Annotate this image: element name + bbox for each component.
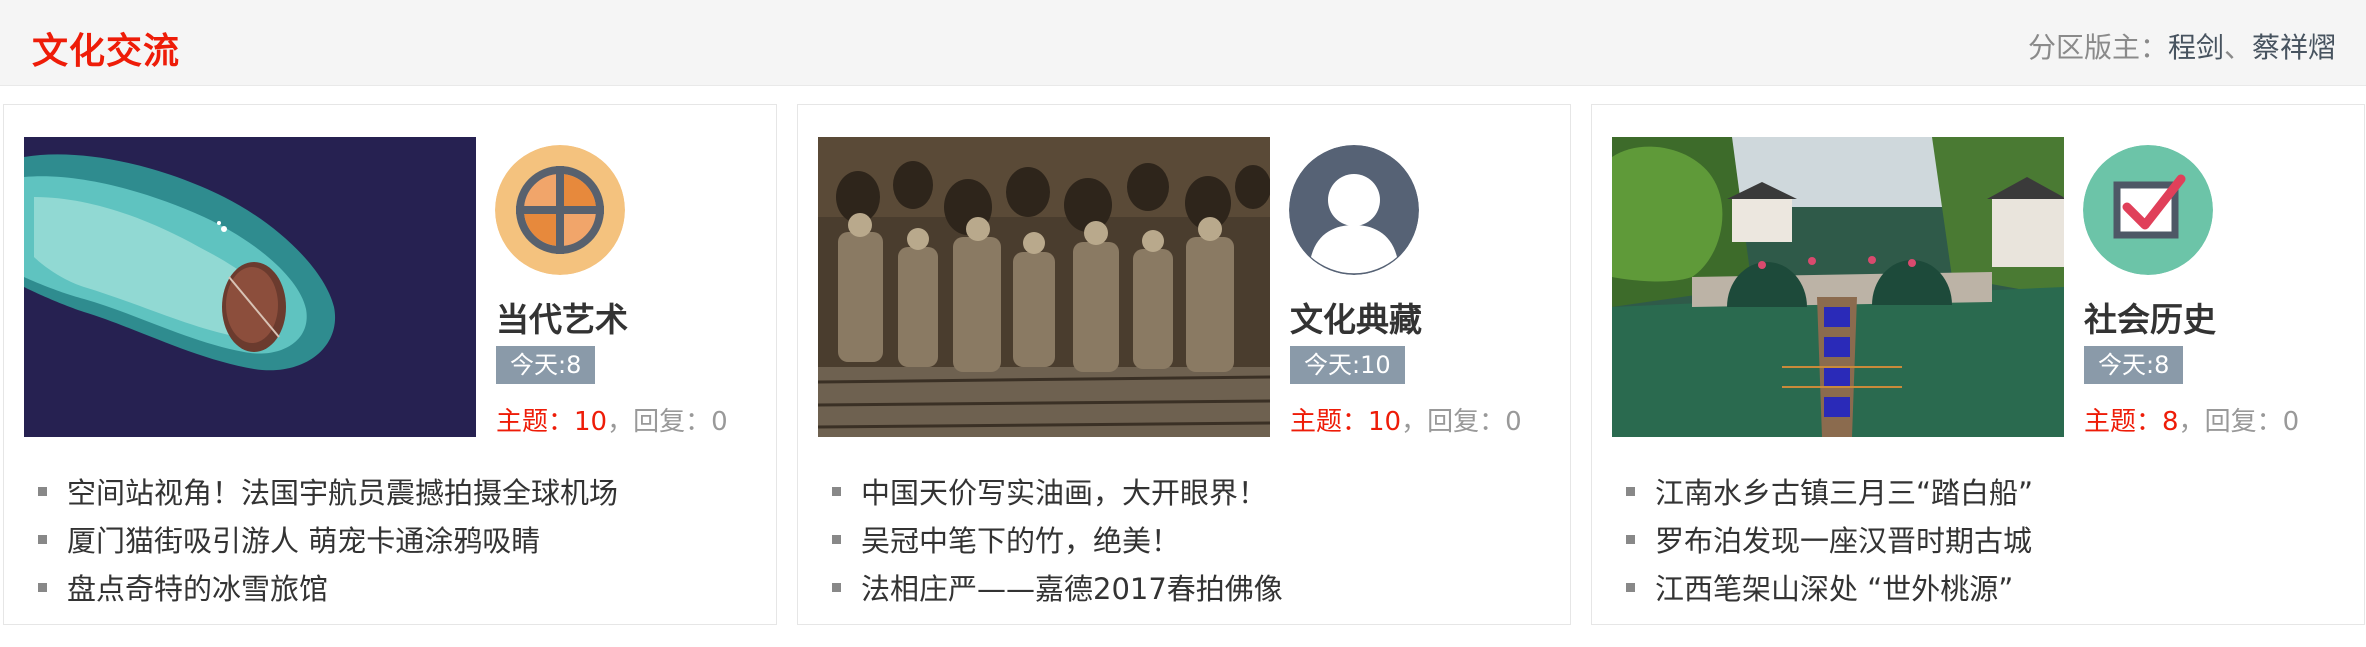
bullet-square-icon — [38, 582, 47, 592]
replies-count: 回复：0 — [2204, 407, 2300, 437]
forum-icon-contemporary-art[interactable] — [495, 145, 625, 275]
post-item-link[interactable]: 空间站视角！法国宇航员震撼拍摄全球机场 — [24, 467, 618, 515]
bullet-square-icon — [832, 486, 841, 496]
moderator-link-1[interactable]: 程剑 — [2168, 31, 2224, 64]
section-header: 文化交流 分区版主：程剑、蔡祥熠 — [0, 0, 2366, 86]
post-title[interactable]: 盘点奇特的冰雪旅馆 — [67, 572, 328, 606]
replies-count: 回复：0 — [1427, 407, 1522, 437]
bullet-square-icon — [1626, 534, 1635, 544]
post-list: 江南水乡古镇三月三“踏白船” 罗布泊发现一座汉晋时期古城 江西笔架山深处 “世外… — [1612, 467, 2033, 611]
post-item-link[interactable]: 吴冠中笔下的竹，绝美！ — [818, 515, 1283, 563]
forum-name-link[interactable]: 当代艺术 — [496, 293, 628, 341]
post-item-link[interactable]: 江西笔架山深处 “世外桃源” — [1612, 563, 2033, 611]
post-item-link[interactable]: 厦门猫街吸引游人 萌宠卡通涂鸦吸睛 — [24, 515, 618, 563]
post-item-link[interactable]: 江南水乡古镇三月三“踏白船” — [1612, 467, 2033, 515]
bullet-square-icon — [832, 582, 841, 592]
today-count-badge: 今天:8 — [496, 346, 596, 384]
topics-count: 主题：10 — [1290, 407, 1402, 437]
bullet-square-icon — [38, 534, 47, 544]
today-count-badge: 今天:8 — [2084, 346, 2184, 384]
post-title[interactable]: 中国天价写实油画，大开眼界！ — [861, 476, 1267, 510]
topics-count: 主题：10 — [496, 407, 608, 437]
today-count-badge: 今天:10 — [1290, 346, 1405, 384]
moderator-separator: 、 — [2223, 31, 2252, 64]
checkbox-checked-icon — [2083, 145, 2213, 275]
forum-icon-cultural-collection[interactable] — [1289, 145, 1419, 275]
bullet-square-icon — [38, 486, 47, 496]
forum-stats: 主题：10，回复：0 — [496, 401, 728, 438]
stats-separator: ， — [607, 407, 634, 437]
post-title[interactable]: 厦门猫街吸引游人 萌宠卡通涂鸦吸睛 — [67, 524, 540, 558]
post-title[interactable]: 空间站视角！法国宇航员震撼拍摄全球机场 — [67, 476, 618, 510]
post-list: 空间站视角！法国宇航员震撼拍摄全球机场 厦门猫街吸引游人 萌宠卡通涂鸦吸睛 盘点… — [24, 467, 618, 611]
post-title[interactable]: 法相庄严——嘉德2017春拍佛像 — [861, 572, 1283, 606]
post-item-link[interactable]: 盘点奇特的冰雪旅馆 — [24, 563, 618, 611]
section-title[interactable]: 文化交流 — [32, 22, 180, 74]
post-item-link[interactable]: 罗布泊发现一座汉晋时期古城 — [1612, 515, 2033, 563]
forum-card-cultural-collection: 文化典藏 今天:10 主题：10，回复：0 中国天价写实油画，大开眼界！ 吴冠中… — [797, 104, 1571, 625]
moderator-link-2[interactable]: 蔡祥熠 — [2252, 31, 2336, 64]
post-title[interactable]: 罗布泊发现一座汉晋时期古城 — [1655, 524, 2032, 558]
bullet-square-icon — [1626, 486, 1635, 496]
forum-card-contemporary-art: 当代艺术 今天:8 主题：10，回复：0 空间站视角！法国宇航员震撼拍摄全球机场… — [3, 104, 777, 625]
moderators: 分区版主：程剑、蔡祥熠 — [2028, 26, 2336, 66]
forum-name-link[interactable]: 社会历史 — [2084, 293, 2216, 341]
bullet-square-icon — [832, 534, 841, 544]
forum-name-link[interactable]: 文化典藏 — [1290, 293, 1422, 341]
stats-separator: ， — [2178, 407, 2205, 437]
post-list: 中国天价写实油画，大开眼界！ 吴冠中笔下的竹，绝美！ 法相庄严——嘉德2017春… — [818, 467, 1283, 611]
post-title[interactable]: 吴冠中笔下的竹，绝美！ — [861, 524, 1180, 558]
post-title[interactable]: 江南水乡古镇三月三“踏白船” — [1655, 476, 2033, 510]
user-silhouette-icon — [1289, 145, 1419, 275]
topics-count: 主题：8 — [2084, 407, 2179, 437]
forum-icon-social-history[interactable] — [2083, 145, 2213, 275]
compass-crosshair-icon — [495, 145, 625, 275]
stats-separator: ， — [1401, 407, 1428, 437]
forum-stats: 主题：8，回复：0 — [2084, 401, 2299, 438]
post-title[interactable]: 江西笔架山深处 “世外桃源” — [1655, 572, 2013, 606]
bullet-square-icon — [1626, 582, 1635, 592]
forum-thumbnail-island-satellite[interactable] — [24, 137, 476, 437]
moderators-label: 分区版主： — [2027, 31, 2168, 64]
forum-thumbnail-oil-painting[interactable] — [818, 137, 1270, 437]
forum-thumbnail-water-town-bridge[interactable] — [1612, 137, 2064, 437]
post-item-link[interactable]: 中国天价写实油画，大开眼界！ — [818, 467, 1283, 515]
replies-count: 回复：0 — [633, 407, 728, 437]
post-item-link[interactable]: 法相庄严——嘉德2017春拍佛像 — [818, 563, 1283, 611]
forum-stats: 主题：10，回复：0 — [1290, 401, 1522, 438]
forum-card-social-history: 社会历史 今天:8 主题：8，回复：0 江南水乡古镇三月三“踏白船” 罗布泊发现… — [1591, 104, 2365, 625]
